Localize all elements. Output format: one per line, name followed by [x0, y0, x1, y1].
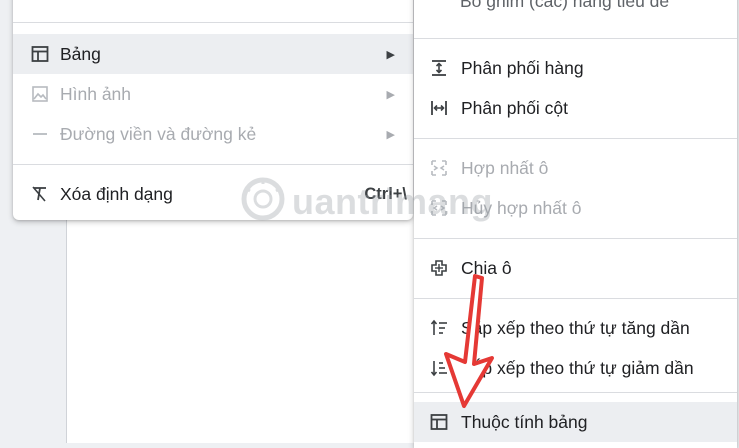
distribute-rows-icon — [429, 58, 449, 78]
clear-formatting-icon — [30, 184, 50, 204]
submenu-arrow-icon: ▶ — [386, 128, 395, 141]
menu-divider — [414, 238, 737, 239]
watermark-text: uantrimang — [292, 180, 494, 222]
menu-item-label: Thuộc tính bảng — [461, 411, 588, 432]
menu-item-label: Đường viền và đường kẻ — [60, 123, 257, 144]
menu-item-label: Xóa định dạng — [60, 183, 173, 204]
table-icon — [30, 44, 50, 64]
menu-divider — [13, 22, 413, 23]
annotation-arrow-icon — [444, 274, 494, 408]
horizontal-line-icon — [30, 124, 50, 144]
merge-cells-icon — [429, 158, 449, 178]
menu-item-borders-and-lines[interactable]: Đường viền và đường kẻ ▶ — [13, 114, 413, 154]
menu-item-label: Bảng — [60, 43, 101, 64]
submenu-item-distribute-columns[interactable]: Phân phối cột — [414, 88, 737, 128]
menu-divider — [414, 38, 737, 39]
menu-item-label: Phân phối cột — [461, 97, 569, 118]
watermark: uantrimang — [240, 176, 493, 227]
submenu-item-distribute-rows[interactable]: Phân phối hàng — [414, 48, 737, 88]
menu-item-label: Phân phối hàng — [461, 57, 584, 78]
submenu-item-unpin-header-partial[interactable]: Bỏ ghim (các) hàng tiêu đề — [460, 0, 669, 14]
submenu-arrow-icon: ▶ — [386, 48, 395, 61]
menu-item-label: Bỏ ghim (các) hàng tiêu đề — [460, 0, 670, 11]
menu-item-table[interactable]: Bảng ▶ — [13, 34, 413, 74]
table-properties-icon — [429, 412, 449, 432]
menu-item-label: Hình ảnh — [60, 83, 132, 104]
menu-divider — [414, 138, 737, 139]
image-icon — [30, 84, 50, 104]
page-margin — [0, 200, 66, 443]
document-page — [66, 200, 427, 443]
menu-divider — [13, 164, 413, 165]
watermark-logo-icon — [240, 176, 286, 227]
menu-item-image[interactable]: Hình ảnh ▶ — [13, 74, 413, 114]
distribute-columns-icon — [429, 98, 449, 118]
submenu-arrow-icon: ▶ — [386, 88, 395, 101]
